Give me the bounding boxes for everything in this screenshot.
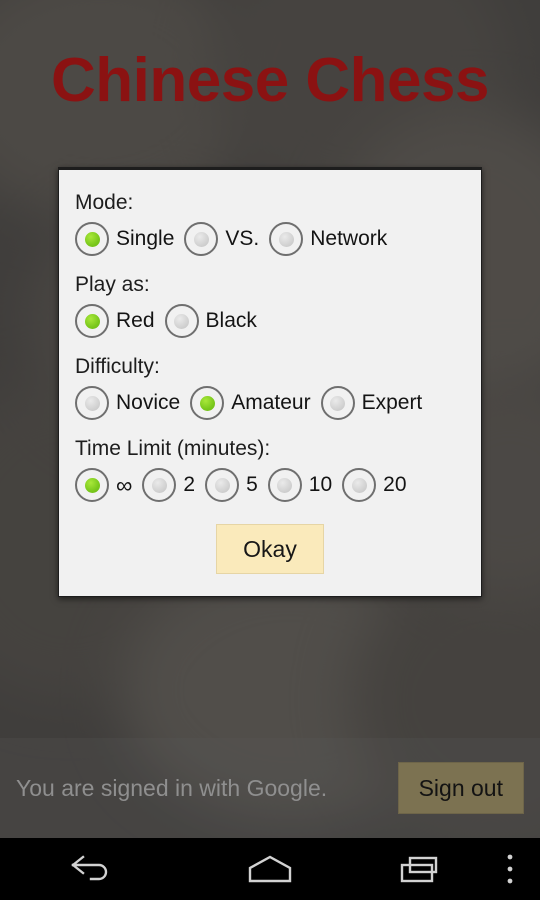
radio-option-label: Red bbox=[116, 309, 155, 332]
radio-option-label: 20 bbox=[383, 473, 407, 496]
radio-option-label: Single bbox=[116, 227, 175, 250]
radio-button-unselected[interactable] bbox=[164, 304, 199, 338]
okay-button[interactable]: Okay bbox=[216, 524, 324, 574]
home-icon[interactable] bbox=[180, 838, 360, 900]
radio-option[interactable]: 5 bbox=[205, 468, 268, 502]
radio-option-label: 2 bbox=[183, 473, 196, 496]
radio-button-selected[interactable] bbox=[75, 222, 109, 256]
signin-status-bar: You are signed in with Google. Sign out bbox=[0, 738, 540, 838]
radio-option-label: Amateur bbox=[231, 391, 311, 414]
group-label: Time Limit (minutes): bbox=[75, 437, 271, 460]
radio-button-unselected[interactable] bbox=[142, 468, 177, 502]
option-row: Novice Amateur Expert bbox=[75, 386, 465, 420]
radio-button-selected[interactable] bbox=[75, 304, 109, 338]
radio-button-unselected[interactable] bbox=[269, 222, 304, 256]
radio-button-unselected[interactable] bbox=[75, 386, 109, 420]
radio-button-unselected[interactable] bbox=[342, 468, 377, 502]
radio-option-label: 5 bbox=[246, 473, 258, 496]
radio-option[interactable]: Novice bbox=[75, 386, 190, 420]
radio-option[interactable]: VS. bbox=[184, 222, 269, 256]
radio-option[interactable]: 2 bbox=[142, 468, 205, 502]
radio-button-unselected[interactable] bbox=[184, 222, 219, 256]
radio-button-selected[interactable] bbox=[75, 468, 109, 502]
radio-option[interactable]: Red bbox=[75, 304, 165, 338]
android-navigation-bar bbox=[0, 838, 540, 900]
option-group: Difficulty: Novice Amateur Expert bbox=[59, 352, 481, 420]
option-group: Play as: Red Black bbox=[59, 270, 481, 338]
radio-option[interactable]: Single bbox=[75, 222, 184, 256]
radio-option[interactable]: 10 bbox=[267, 468, 342, 502]
radio-option-label: Black bbox=[205, 309, 257, 332]
radio-option-label: 10 bbox=[308, 473, 333, 496]
radio-option-label: ∞ bbox=[116, 471, 133, 498]
overflow-menu-icon[interactable] bbox=[480, 838, 540, 900]
recents-icon[interactable] bbox=[360, 838, 480, 900]
radio-option-label: VS. bbox=[225, 227, 260, 250]
radio-button-selected[interactable] bbox=[190, 386, 225, 420]
radio-option[interactable]: Network bbox=[269, 222, 397, 256]
radio-option-label: Expert bbox=[361, 391, 423, 414]
option-group: Time Limit (minutes): ∞ 2 5 10 20 bbox=[59, 434, 481, 502]
dialog-actions: Okay bbox=[59, 524, 481, 574]
back-icon[interactable] bbox=[0, 838, 180, 900]
radio-button-unselected[interactable] bbox=[205, 468, 240, 502]
option-group: Mode: Single VS. Network bbox=[59, 188, 481, 256]
new-game-dialog: Mode: Single VS. Network Play as: Red Black Dif… bbox=[58, 167, 482, 597]
radio-button-unselected[interactable] bbox=[320, 386, 355, 420]
group-label: Play as: bbox=[75, 273, 150, 296]
option-row: Red Black bbox=[75, 304, 465, 338]
radio-option[interactable]: ∞ bbox=[75, 468, 142, 502]
radio-option-label: Novice bbox=[116, 391, 181, 414]
radio-option[interactable]: 20 bbox=[342, 468, 416, 502]
group-label: Mode: bbox=[75, 191, 134, 214]
page-title: Chinese Chess bbox=[50, 46, 490, 115]
radio-option[interactable]: Amateur bbox=[190, 386, 320, 420]
group-label: Difficulty: bbox=[75, 355, 160, 378]
radio-option[interactable]: Black bbox=[164, 304, 267, 338]
signin-status-text: You are signed in with Google. bbox=[16, 774, 328, 801]
app-screen: Chinese Chess Mode: Single VS. Network Play … bbox=[0, 0, 540, 900]
radio-option-label: Network bbox=[310, 227, 388, 250]
radio-option[interactable]: Expert bbox=[320, 386, 433, 420]
option-row: Single VS. Network bbox=[75, 222, 465, 256]
sign-out-button[interactable]: Sign out bbox=[397, 762, 524, 814]
radio-button-unselected[interactable] bbox=[267, 468, 302, 502]
option-row: ∞ 2 5 10 20 bbox=[75, 468, 465, 502]
